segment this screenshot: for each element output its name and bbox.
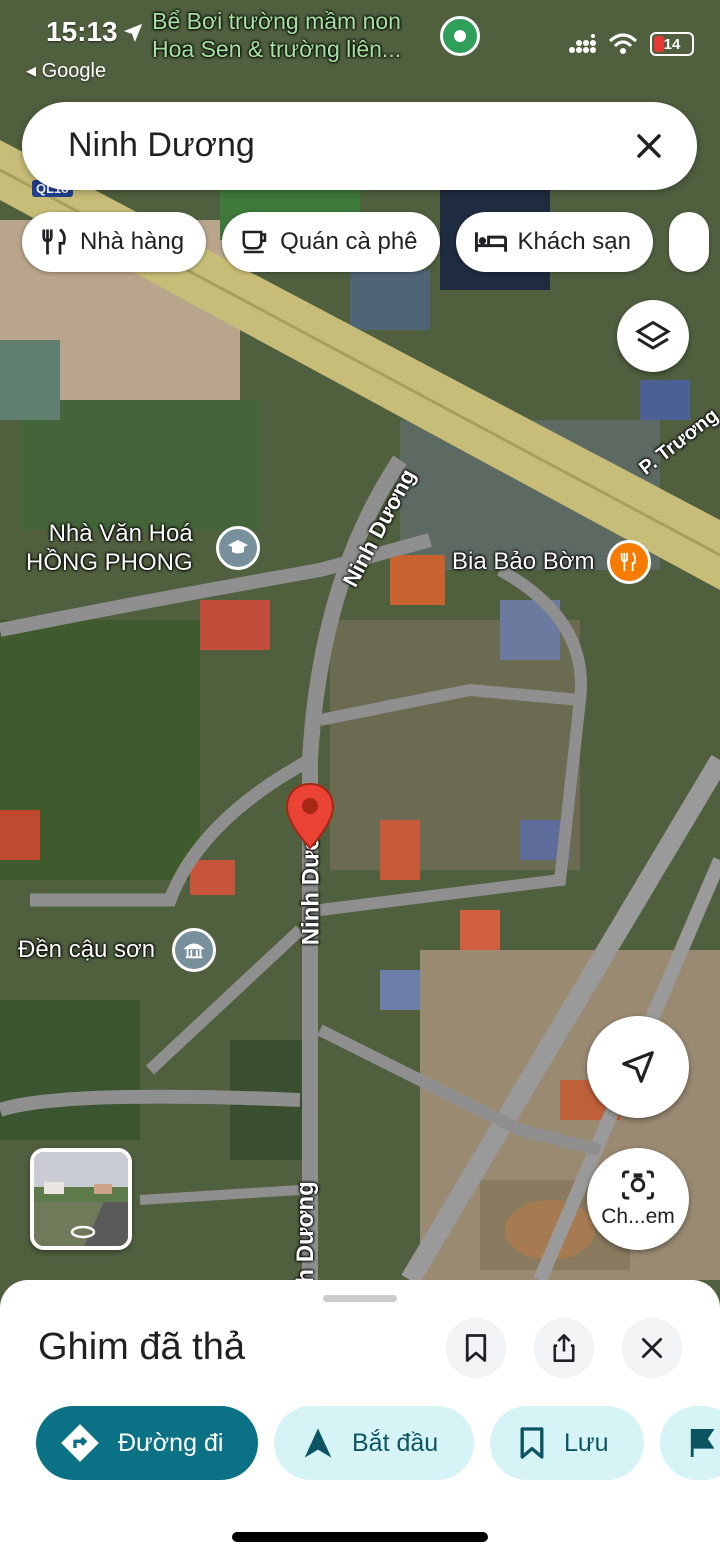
camera-search-button[interactable]: Ch...em [587,1148,689,1250]
more-actions-button[interactable] [660,1406,720,1480]
culture-house-line2: HỒNG PHONG [26,548,193,576]
coffee-cup-icon [242,230,267,254]
wifi-icon [608,33,638,54]
sheet-drag-handle[interactable] [323,1295,397,1302]
search-input[interactable]: Ninh Dương [68,126,255,165]
bed-icon [474,232,507,252]
sheet-actions: Đường đi Bắt đầu Lưu [36,1406,720,1480]
poi-label-restaurant[interactable]: Bia Bảo Bờm [452,548,594,577]
status-bar: 15:13 ◂ Google 14 [0,0,720,90]
chip-coffee[interactable]: Quán cà phê [222,212,440,272]
bookmark-icon [465,1334,487,1362]
navigation-arrow-icon [622,1051,654,1083]
navigation-arrow-icon [304,1428,332,1458]
chip-label: Khách sạn [517,228,631,255]
culture-house-line1: Nhà Văn Hoá [48,520,193,547]
street-label-ninh-duong-bottom: h Dương [291,1181,319,1284]
battery-icon: 14 [650,32,694,56]
place-bottom-sheet[interactable]: Ghim đã thả Đường đi Bắt đầu Lưu [0,1280,720,1557]
layers-button[interactable] [617,300,689,372]
battery-level: 14 [663,35,681,53]
my-location-button[interactable] [587,1016,689,1118]
chip-more[interactable] [668,212,709,272]
rotate-360-icon [70,1225,96,1239]
search-bar[interactable]: Ninh Dương [22,102,697,190]
save-bookmark-button[interactable] [446,1318,506,1378]
clear-search-icon[interactable] [627,124,671,168]
chip-label: Nhà hàng [80,228,185,255]
directions-icon [61,1424,99,1462]
close-icon [641,1337,663,1359]
camera-lens-icon [622,1170,654,1200]
school-icon[interactable] [216,526,260,570]
fork-knife-icon [42,228,66,255]
flag-icon [690,1429,715,1457]
layers-icon [635,320,671,350]
chip-hotels[interactable]: Khách sạn [455,212,653,272]
chip-restaurants[interactable]: Nhà hàng [22,212,207,272]
poi-label-culture-house[interactable]: Nhà Văn Hoá HỒNG PHONG [26,520,193,578]
share-icon [553,1334,575,1362]
restaurant-icon[interactable] [607,540,651,584]
start-label: Bắt đầu [352,1428,439,1457]
status-time: 15:13 [46,16,118,47]
poi-label-temple[interactable]: Đền cậu sơn [18,936,155,965]
street-view-thumbnail[interactable] [30,1148,132,1250]
chip-label: Quán cà phê [280,228,418,255]
save-label: Lưu [564,1428,609,1457]
directions-label: Đường đi [118,1428,224,1457]
directions-button[interactable]: Đường đi [36,1406,258,1480]
home-indicator[interactable] [232,1532,488,1542]
location-arrow-icon [123,23,143,43]
camera-search-label: Ch...em [601,1205,675,1228]
category-chips: Nhà hàng Quán cà phê Khách sạn [22,212,709,272]
temple-icon[interactable] [172,928,216,972]
cellular-signal-icon [569,34,596,53]
sheet-title: Ghim đã thả [38,1326,245,1368]
start-button[interactable]: Bắt đầu [274,1406,474,1480]
save-button[interactable]: Lưu [490,1406,644,1480]
dropped-pin-icon[interactable] [285,782,335,855]
close-sheet-button[interactable] [622,1318,682,1378]
bookmark-icon [520,1427,544,1459]
back-to-google-link[interactable]: ◂ Google [26,58,106,83]
share-button[interactable] [534,1318,594,1378]
